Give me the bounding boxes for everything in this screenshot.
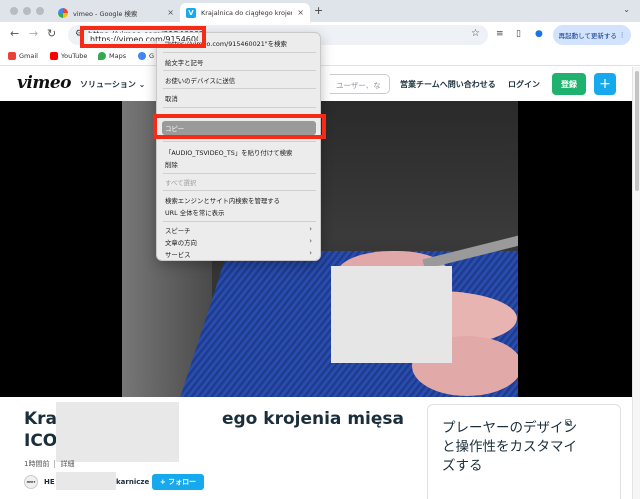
more-menu-icon[interactable]: ⋮: [619, 31, 626, 39]
nav-contact-sales[interactable]: 営業チームへ問い合わせる: [400, 79, 496, 90]
menu-separator: [163, 173, 316, 174]
highlight-box-copy: [153, 114, 326, 139]
page-scrollbar[interactable]: [632, 67, 640, 499]
avatar[interactable]: HERT: [24, 475, 38, 489]
chevron-down-icon[interactable]: ⌄: [623, 5, 630, 14]
menu-item-show-full-url[interactable]: URL 全体を常に表示: [165, 208, 224, 217]
new-tab-button[interactable]: +: [314, 4, 323, 17]
menu-separator: [163, 190, 316, 191]
video-title-start: Kra: [24, 409, 58, 429]
tab-vimeo-video[interactable]: V Krajalnica do ciągłego krojenia ×: [180, 3, 310, 22]
relaunch-update-button[interactable]: 再起動して更新する ⋮: [553, 25, 631, 45]
redaction-block: [56, 472, 116, 490]
tab-strip: vimeo - Google 検索 × V Krajalnica do ciąg…: [0, 0, 640, 22]
window-close-button[interactable]: [10, 7, 18, 15]
menu-item-undo[interactable]: 取消: [165, 94, 178, 103]
bookmark-label: Maps: [109, 52, 127, 60]
join-button[interactable]: 登録: [552, 73, 586, 95]
tab-title: vimeo - Google 検索: [73, 9, 138, 18]
relaunch-label: 再起動して更新する: [558, 32, 617, 40]
tab-google-search[interactable]: vimeo - Google 検索 ×: [52, 3, 180, 22]
close-icon[interactable]: ×: [297, 8, 304, 17]
menu-item-writing-direction[interactable]: 文章の方向: [165, 238, 197, 247]
redaction-block: [331, 266, 452, 363]
bookmark-label: G: [149, 52, 155, 60]
media-queue-icon[interactable]: ≡: [496, 29, 504, 39]
bookmark-label: Gmail: [19, 52, 38, 60]
chevron-right-icon: ›: [309, 249, 312, 257]
window-zoom-button[interactable]: [36, 7, 44, 15]
vimeo-icon: V: [186, 7, 196, 18]
details-link[interactable]: 詳細: [60, 460, 74, 468]
google-icon: [58, 7, 68, 18]
chevron-down-icon: ⌄: [138, 80, 146, 89]
nav-login[interactable]: ログイン: [508, 79, 540, 90]
vimeo-logo[interactable]: vimeo: [17, 73, 71, 93]
owner-name[interactable]: HE: [44, 478, 55, 486]
bookmark-gmail[interactable]: Gmail: [8, 52, 38, 60]
search-input[interactable]: ユーザー、な: [330, 74, 390, 94]
chevron-right-icon: ›: [309, 225, 312, 233]
reload-button[interactable]: ↻: [47, 28, 56, 40]
scrollbar-thumb[interactable]: [635, 71, 639, 191]
profile-icon[interactable]: ●: [535, 29, 543, 39]
chevron-right-icon: ›: [309, 237, 312, 245]
youtube-icon: [50, 52, 58, 60]
owner-name-suffix[interactable]: karnicze: [116, 478, 149, 486]
close-icon[interactable]: ×: [167, 8, 174, 17]
side-panel-icon[interactable]: ▯: [516, 29, 521, 39]
menu-item-manage-search-engines[interactable]: 検索エンジンとサイト内検索を管理する: [165, 196, 280, 205]
menu-item-emoji[interactable]: 絵文字と記号: [165, 58, 203, 67]
posted-time: 1時間前: [24, 460, 50, 468]
forward-button[interactable]: →: [29, 28, 38, 40]
redaction-block: [56, 402, 179, 462]
tab-title: Krajalnica do ciągłego krojenia: [201, 8, 293, 17]
upload-plus-button[interactable]: +: [594, 73, 616, 95]
divider: [54, 460, 56, 468]
menu-separator: [163, 52, 316, 53]
menu-separator: [163, 70, 316, 71]
menu-separator: [163, 141, 316, 142]
maps-icon: [98, 52, 106, 60]
bookmark-star-icon[interactable]: ☆: [471, 28, 480, 39]
bookmark-maps[interactable]: Maps: [98, 52, 126, 60]
external-link-icon[interactable]: ⧉: [565, 418, 572, 429]
window-minimize-button[interactable]: [23, 7, 31, 15]
bookmark-youtube[interactable]: YouTube: [50, 52, 87, 60]
menu-separator: [163, 88, 316, 89]
video-meta: 1時間前 詳細: [24, 459, 74, 469]
menu-item-paste-and-search[interactable]: 「AUDIO_TSVIDEO_TS」を貼り付けて検索: [165, 148, 292, 157]
gmail-icon: [8, 52, 16, 60]
search-placeholder: ユーザー、な: [336, 81, 381, 90]
nav-solutions[interactable]: ソリューション ⌄: [80, 79, 145, 90]
menu-item-select-all: すべて選択: [165, 179, 197, 187]
menu-item-services[interactable]: サービス: [165, 250, 191, 259]
promo-card[interactable]: プレーヤーのデザインと操作性をカスタマイズする: [427, 404, 621, 499]
menu-separator: [163, 221, 316, 222]
bookmark-google[interactable]: G: [138, 52, 154, 60]
video-title-end: ego krojenia mięsa: [221, 409, 404, 429]
promo-text: プレーヤーのデザインと操作性をカスタマイズする: [442, 420, 577, 474]
menu-item-send-to-device[interactable]: お使いのデバイスに送信: [165, 76, 235, 85]
menu-item-speech[interactable]: スピーチ: [165, 226, 191, 235]
highlighted-url-text: https://vimeo.com/91546002: [88, 33, 198, 41]
bookmark-label: YouTube: [61, 52, 88, 60]
nav-solutions-label: ソリューション: [80, 80, 136, 89]
follow-button[interactable]: + フォロー: [152, 474, 204, 490]
highlight-box-url: https://vimeo.com/91546002: [80, 26, 206, 48]
context-menu: "https://vimeo.com/915460021"を検索 絵文字と記号 …: [156, 32, 321, 261]
back-button[interactable]: ←: [10, 28, 19, 40]
google-icon: [138, 52, 146, 60]
menu-separator: [163, 107, 316, 108]
menu-item-delete[interactable]: 削除: [165, 160, 178, 169]
